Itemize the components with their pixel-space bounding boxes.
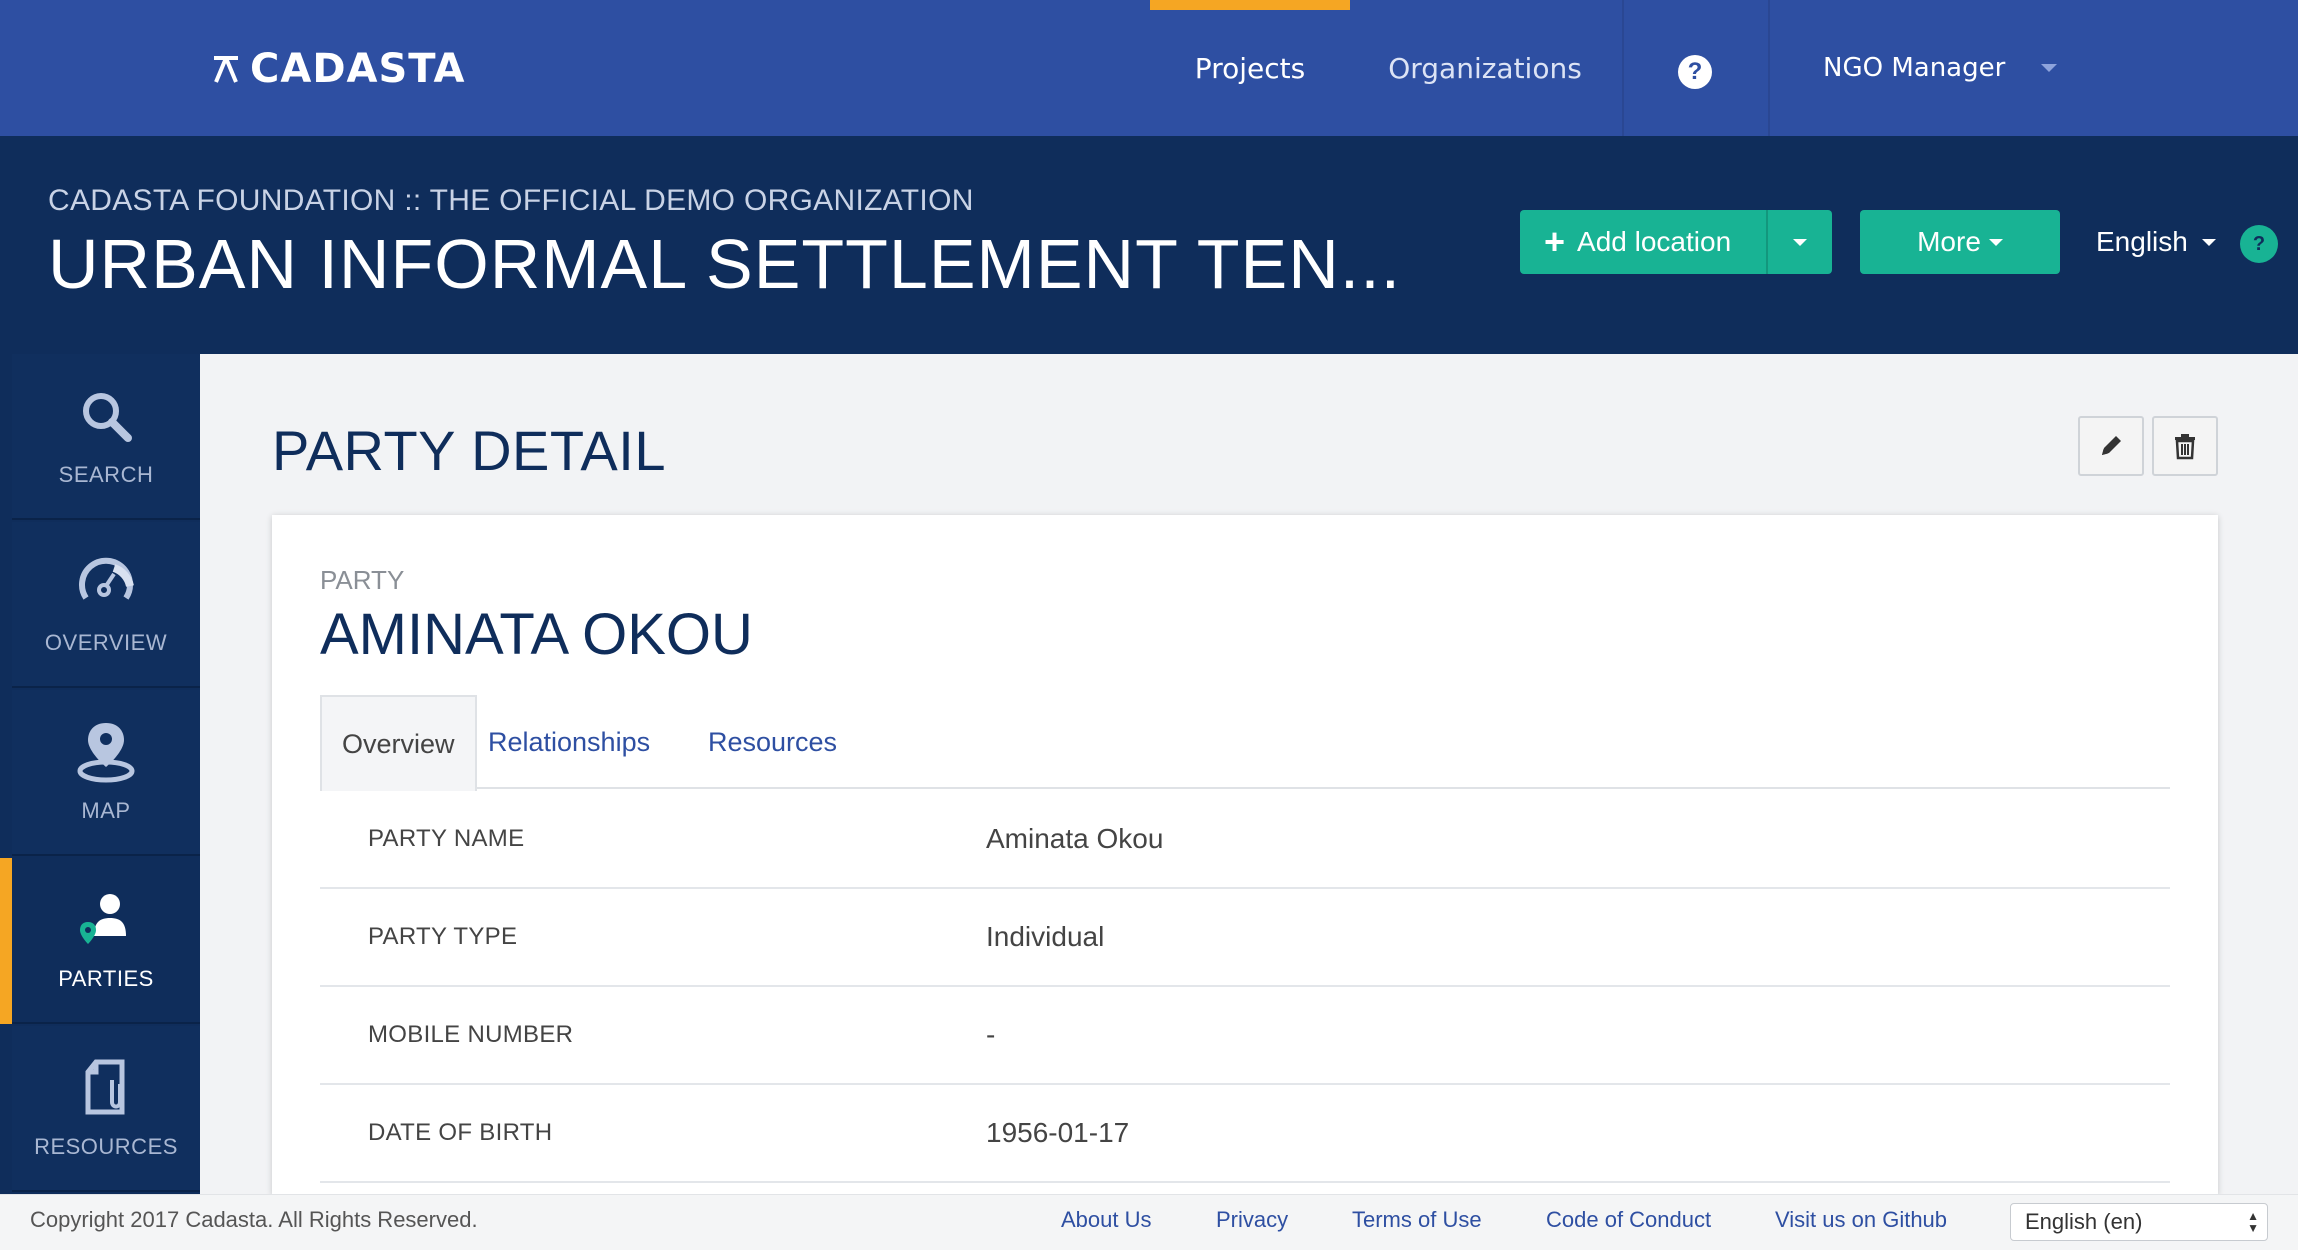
more-button[interactable]: More <box>1860 210 2060 274</box>
cadasta-mark-icon <box>214 56 238 83</box>
nav-organizations-label: Organizations <box>1388 51 1582 85</box>
add-location-button-group: + Add location <box>1520 210 1832 274</box>
sidebar-item-overview[interactable]: OVERVIEW <box>12 522 200 688</box>
select-arrows-icon: ▲ ▼ <box>2247 1209 2259 1235</box>
field-value: Aminata Okou <box>986 823 1164 854</box>
tab-resources[interactable]: Resources <box>708 695 837 789</box>
copyright-text: Copyright 2017 Cadasta. All Rights Reser… <box>30 1207 478 1232</box>
footer-link-github[interactable]: Visit us on Github <box>1775 1207 1947 1233</box>
help-glyph: ? <box>1687 58 1703 85</box>
top-navbar: CADASTA Projects Organizations ? NGO Man… <box>0 0 2298 136</box>
footer-language-select[interactable]: English (en) ▲ ▼ <box>2010 1203 2268 1241</box>
more-label: More <box>1917 226 1981 257</box>
tab-label: Relationships <box>488 726 651 757</box>
cadasta-logo[interactable]: CADASTA <box>212 46 465 92</box>
nav-projects[interactable]: Projects <box>1150 0 1350 136</box>
page-title: PARTY DETAIL <box>272 419 666 482</box>
sidebar-item-search[interactable]: SEARCH <box>12 354 200 520</box>
party-label: PARTY <box>320 565 405 595</box>
help-icon[interactable]: ? <box>2240 225 2278 263</box>
sidebar-item-label: SEARCH <box>58 462 154 487</box>
tab-relationships[interactable]: Relationships <box>488 695 650 789</box>
map-pin-icon <box>74 720 138 784</box>
footer-link-code-of-conduct[interactable]: Code of Conduct <box>1546 1207 1711 1233</box>
field-label: PARTY TYPE <box>368 923 518 950</box>
add-location-label: Add location <box>1577 226 1732 257</box>
user-menu[interactable]: NGO Manager <box>1823 0 2058 136</box>
plus-icon: + <box>1544 221 1566 262</box>
caret-down-icon <box>1988 238 2003 246</box>
trash-icon <box>2175 434 2195 460</box>
sidebar-item-label: RESOURCES <box>34 1134 178 1159</box>
party-detail-card: PARTY AMINATA OKOU Overview Relationship… <box>272 515 2218 1195</box>
nav-divider <box>1768 0 1770 136</box>
detail-row-mobile-number: MOBILE NUMBER - <box>320 987 2170 1085</box>
page-footer: Copyright 2017 Cadasta. All Rights Reser… <box>0 1194 2298 1250</box>
field-value: Individual <box>986 921 1105 952</box>
sidebar-item-map[interactable]: MAP <box>12 690 200 856</box>
edit-button[interactable] <box>2078 416 2144 476</box>
sidebar-item-resources[interactable]: RESOURCES <box>12 1026 200 1192</box>
tab-label: Overview <box>342 728 455 759</box>
delete-button[interactable] <box>2152 416 2218 476</box>
add-location-dropdown-toggle[interactable] <box>1766 210 1832 274</box>
language-select-value: English (en) <box>2025 1209 2143 1234</box>
sidebar-item-label: OVERVIEW <box>44 630 168 655</box>
footer-link-terms[interactable]: Terms of Use <box>1352 1207 1482 1233</box>
help-glyph: ? <box>2252 232 2266 255</box>
person-pin-icon <box>74 888 138 952</box>
field-label: DATE OF BIRTH <box>368 1119 553 1146</box>
active-nav-indicator <box>1150 0 1350 10</box>
detail-row-party-name: PARTY NAME Aminata Okou <box>320 791 2170 889</box>
caret-down-icon <box>1793 238 1807 246</box>
nav-projects-label: Projects <box>1194 51 1306 85</box>
tab-label: Resources <box>708 726 838 757</box>
party-tabs: Overview Relationships Resources <box>320 695 2170 791</box>
brand-name: CADASTA <box>250 46 466 92</box>
field-label: MOBILE NUMBER <box>368 1021 574 1048</box>
add-location-button[interactable]: + Add location <box>1520 210 1766 274</box>
nav-divider <box>1622 0 1624 136</box>
field-value: - <box>986 1019 996 1050</box>
user-name: NGO Manager <box>1823 53 2006 83</box>
sidebar-item-parties[interactable]: PARTIES <box>12 858 200 1024</box>
field-value: 1956-01-17 <box>986 1117 1130 1148</box>
help-icon[interactable]: ? <box>1678 55 1712 89</box>
footer-link-about[interactable]: About Us <box>1061 1207 1152 1233</box>
caret-down-icon <box>2201 238 2216 246</box>
project-name: URBAN INFORMAL SETTLEMENT TEN... <box>48 225 1402 303</box>
project-header: CADASTA FOUNDATION :: THE OFFICIAL DEMO … <box>0 136 2298 354</box>
sidebar-item-label: PARTIES <box>58 966 154 991</box>
chevron-down-icon <box>2041 64 2058 72</box>
footer-link-privacy[interactable]: Privacy <box>1216 1207 1288 1233</box>
nav-organizations[interactable]: Organizations <box>1385 0 1585 136</box>
pencil-icon <box>2102 436 2121 455</box>
party-name-heading: AMINATA OKOU <box>320 602 753 667</box>
language-dropdown[interactable]: English <box>2096 226 2216 258</box>
sidebar-item-label: MAP <box>81 798 131 823</box>
search-icon <box>78 384 134 448</box>
detail-row-party-type: PARTY TYPE Individual <box>320 889 2170 987</box>
language-label: English <box>2096 226 2188 257</box>
tab-overview[interactable]: Overview <box>320 695 477 791</box>
file-attachment-icon <box>78 1056 134 1120</box>
project-sidebar: SEARCH OVERVIEW MAP PARTIES RESOURCES <box>0 354 200 1194</box>
field-label: PARTY NAME <box>368 825 525 852</box>
dashboard-icon <box>74 552 138 616</box>
organization-name[interactable]: CADASTA FOUNDATION :: THE OFFICIAL DEMO … <box>48 184 974 218</box>
detail-row-date-of-birth: DATE OF BIRTH 1956-01-17 <box>320 1085 2170 1183</box>
